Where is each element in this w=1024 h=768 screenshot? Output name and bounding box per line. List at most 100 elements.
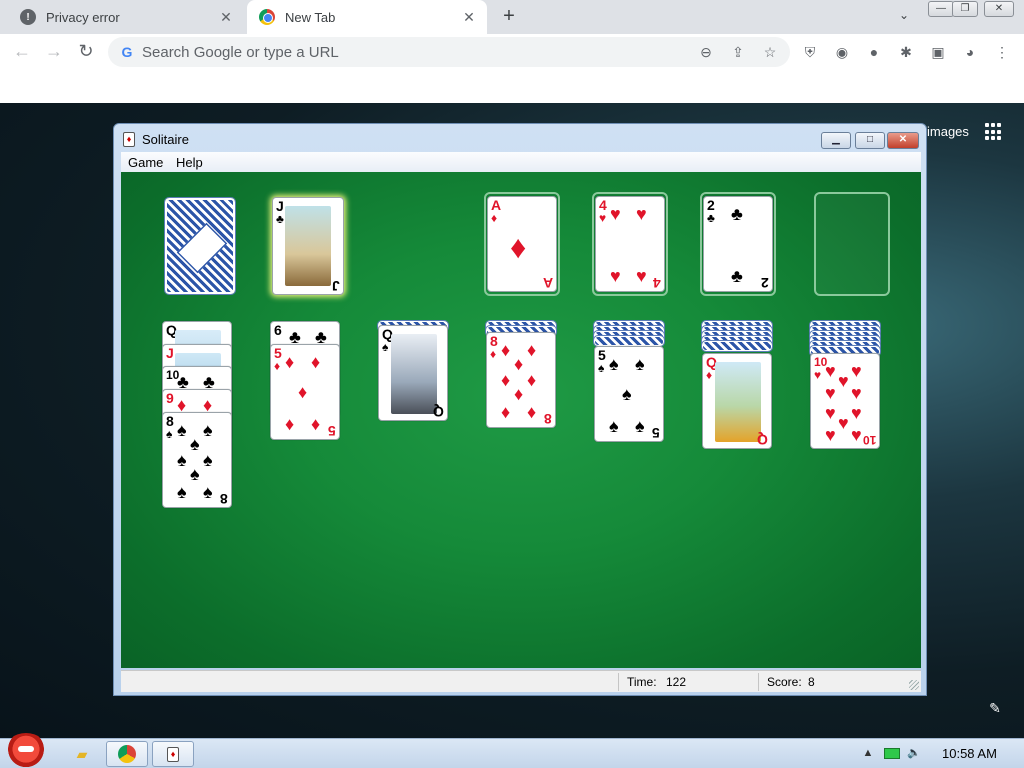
show-hidden-icons-icon[interactable]: ▲ — [860, 746, 876, 760]
tableau-5-card-1[interactable]: 5 ♠ ♠ ♠ ♠ ♠ ♠ 5 — [594, 346, 664, 442]
taskbar: ▰ ♦ ▲ 🔈 10:58 AM — [0, 733, 1024, 768]
menu-kebab-icon[interactable]: ⋮ — [991, 41, 1013, 63]
status-bar: Time: 122 Score: 8 — [121, 670, 921, 692]
diamond-pip-icon: ♦ — [514, 384, 524, 404]
heart-pip-icon: ♥ — [838, 371, 849, 391]
tableau-7-card-1[interactable]: 10 ♥ ♥ ♥ ♥ ♥ ♥ ♥ ♥ ♥ ♥ ♥ 10 — [810, 353, 880, 449]
heart-pip-icon: ♥ — [610, 204, 621, 224]
foundation-card-1[interactable]: A ♦ ♦ A — [487, 196, 557, 292]
tab-search-chevron-icon[interactable]: ⌄ — [893, 8, 915, 26]
solitaire-taskbar-button[interactable]: ♦ — [152, 741, 194, 767]
card-suit: ♣ — [707, 211, 715, 225]
network-icon[interactable] — [884, 748, 900, 759]
google-g-icon: G — [121, 44, 133, 60]
resize-grip-icon[interactable] — [909, 680, 919, 690]
images-link[interactable]: images — [927, 124, 969, 139]
diamond-pip-icon: ♦ — [527, 402, 537, 422]
extension-leaf-icon[interactable]: ● — [863, 41, 885, 63]
status-separator — [758, 673, 759, 691]
status-separator — [618, 673, 619, 691]
foundation-card-3[interactable]: 2 ♣ ♣ ♣ 2 — [703, 196, 773, 292]
empty-foundation-slot[interactable] — [814, 192, 890, 296]
tableau-3-card-1[interactable]: Q ♠ Q — [378, 325, 448, 421]
minimize-button[interactable]: ▁ — [821, 132, 851, 149]
back-arrow-icon[interactable]: ← — [10, 40, 34, 64]
forward-arrow-icon[interactable]: → — [42, 40, 66, 64]
card-rank: 4 — [599, 197, 607, 213]
ublock-extension-icon[interactable]: ⛨ — [799, 41, 821, 63]
spade-pip-icon: ♠ — [203, 482, 213, 502]
clock[interactable]: 10:58 AM — [942, 746, 997, 761]
time-value: 122 — [666, 675, 687, 689]
diamond-pip-icon: ♦ — [514, 354, 524, 374]
menu-game[interactable]: Game — [128, 155, 163, 170]
apps-grid-icon[interactable] — [985, 123, 1003, 141]
tab-new-tab[interactable]: New Tab ✕ — [247, 0, 487, 34]
address-input[interactable] — [142, 42, 662, 62]
card-suit: ♦ — [491, 211, 498, 225]
flag-extension-icon[interactable]: ◉ — [831, 41, 853, 63]
side-panel-icon[interactable]: ▣ — [927, 41, 949, 63]
new-tab-button[interactable]: + — [498, 6, 520, 28]
tab-privacy-error[interactable]: ! Privacy error ✕ — [8, 0, 244, 34]
customize-pencil-icon[interactable]: ✎ — [986, 700, 1004, 718]
card-rank-bottom: 5 — [328, 423, 336, 439]
spade-pip-icon: ♠ — [609, 354, 619, 374]
spade-pip-icon: ♠ — [177, 420, 187, 440]
reload-icon[interactable]: ↻ — [74, 40, 98, 64]
share-icon[interactable]: ⇪ — [728, 43, 748, 63]
waste-card[interactable]: J ♣ J — [272, 197, 344, 295]
card-rank-bottom: 8 — [220, 491, 228, 507]
card-rank-bottom: A — [542, 275, 553, 291]
card-rank: 8 — [490, 333, 498, 349]
card-rank: J — [276, 198, 284, 214]
card-rank: 9 — [166, 390, 174, 406]
spade-pip-icon: ♠ — [622, 384, 632, 404]
menu-help[interactable]: Help — [176, 155, 203, 170]
diamond-pip-icon: ♦ — [527, 340, 537, 360]
tableau-2-card-2[interactable]: 5 ♦ ♦ ♦ ♦ ♦ ♦ 5 — [270, 344, 340, 440]
diamond-pip-icon: ♦ — [311, 352, 321, 372]
club-pip-icon: ♣ — [731, 204, 743, 224]
start-button[interactable] — [4, 733, 48, 768]
heart-pip-icon: ♥ — [636, 266, 647, 286]
game-table[interactable]: J ♣ J A ♦ ♦ A 4 ♥ ♥ ♥ ♥ ♥ 4 2 ♣ ♣ ♣ 2 Q … — [121, 172, 921, 668]
close-window-button[interactable]: ✕ — [984, 1, 1014, 17]
heart-pip-icon: ♥ — [838, 413, 849, 433]
close-tab-icon[interactable]: ✕ — [216, 7, 236, 27]
file-explorer-icon[interactable]: ▰ — [68, 741, 96, 767]
tab-strip: ! Privacy error ✕ New Tab ✕ + ⌄ — ❐ ✕ — [0, 0, 1024, 34]
foundation-card-2[interactable]: 4 ♥ ♥ ♥ ♥ ♥ 4 — [595, 196, 665, 292]
error-icon: ! — [20, 9, 36, 25]
tab-title: New Tab — [285, 9, 336, 25]
tableau-1-card-5[interactable]: 8 ♠ ♠ ♠ ♠ ♠ ♠ ♠ ♠ ♠ 8 — [162, 412, 232, 508]
minimize-window-button[interactable]: — — [928, 1, 954, 17]
maximize-button[interactable]: □ — [855, 132, 885, 149]
tableau-6-card-1[interactable]: Q ♦ Q — [702, 353, 772, 449]
face-down-card — [701, 340, 773, 352]
card-rank-bottom: 2 — [761, 275, 769, 291]
extensions-puzzle-icon[interactable]: ✱ — [895, 41, 917, 63]
profile-avatar-icon[interactable]: ◕ — [959, 41, 981, 63]
close-tab-icon[interactable]: ✕ — [459, 7, 479, 27]
stock-pile[interactable] — [164, 197, 236, 295]
omnibox[interactable]: G ⊖ ⇪ ☆ — [108, 37, 790, 67]
bookmarks-area — [0, 70, 1024, 103]
close-button[interactable]: ✕ — [887, 132, 919, 149]
heart-pip-icon: ♥ — [851, 403, 862, 423]
diamond-pip-icon: ♦ — [501, 370, 511, 390]
tableau-4-card-1[interactable]: 8 ♦ ♦ ♦ ♦ ♦ ♦ ♦ ♦ ♦ 8 — [486, 332, 556, 428]
bookmark-star-icon[interactable]: ☆ — [760, 43, 780, 63]
volume-icon[interactable]: 🔈 — [906, 746, 922, 760]
restore-window-button[interactable]: ❐ — [952, 1, 978, 17]
card-rank-bottom: 8 — [544, 411, 552, 427]
jack-bird-nest-art — [285, 206, 331, 286]
zoom-icon[interactable]: ⊖ — [696, 43, 716, 63]
card-suit: ♦ — [706, 368, 713, 382]
score-label: Score: — [767, 675, 802, 689]
card-suit: ♠ — [382, 340, 389, 354]
solitaire-titlebar[interactable]: ♦ Solitaire ▁ □ ✕ — [114, 124, 926, 152]
heart-pip-icon: ♥ — [825, 383, 836, 403]
chrome-taskbar-button[interactable] — [106, 741, 148, 767]
spade-pip-icon: ♠ — [190, 464, 200, 484]
